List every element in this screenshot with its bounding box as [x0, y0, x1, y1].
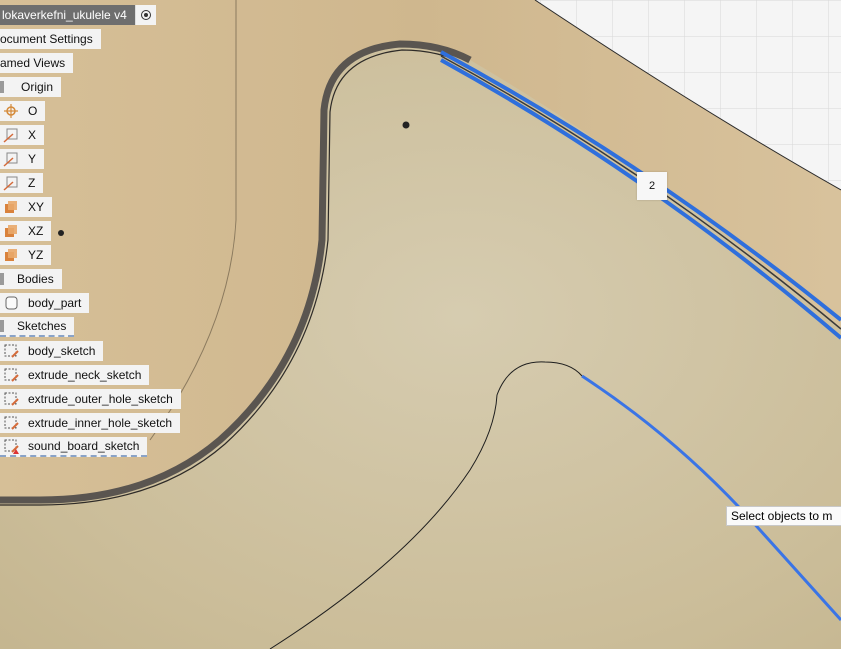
- document-title-row[interactable]: lokaverkefni_ukulele v4: [0, 5, 156, 25]
- sketch-label: extrude_neck_sketch: [28, 368, 142, 382]
- tree-folder-sketches[interactable]: Sketches: [0, 317, 75, 337]
- plane-icon: [0, 245, 22, 265]
- axis-icon: [0, 173, 22, 193]
- plane-icon: [0, 221, 22, 241]
- tree-item-axis-y[interactable]: Y: [0, 149, 45, 169]
- origin-o-label: O: [28, 104, 38, 118]
- tree-item-plane-yz[interactable]: YZ: [0, 245, 52, 265]
- tree-item-sketch-sound-board[interactable]: sound_board_sketch: [0, 436, 148, 457]
- tree-item-origin-point[interactable]: O: [0, 101, 46, 121]
- sketches-label: Sketches: [17, 319, 67, 333]
- origin-point-icon: [0, 101, 22, 121]
- selection-count-badge: 2: [637, 172, 667, 200]
- tree-item-document-settings[interactable]: ocument Settings: [0, 29, 101, 49]
- body-icon: [0, 293, 22, 313]
- origin-label: Origin: [21, 80, 54, 94]
- folder-icon: [0, 273, 4, 285]
- body-part-label: body_part: [28, 296, 82, 310]
- axis-y-label: Y: [28, 152, 37, 166]
- sketch-point[interactable]: [402, 121, 410, 129]
- axis-z-label: Z: [28, 176, 36, 190]
- tree-item-body-part[interactable]: body_part: [0, 293, 90, 313]
- tree-item-axis-z[interactable]: Z: [0, 173, 44, 193]
- sketch-icon: [0, 389, 22, 409]
- tree-item-plane-xz[interactable]: XZ: [0, 221, 52, 241]
- tree-item-plane-xy[interactable]: XY: [0, 197, 53, 217]
- folder-icon: [0, 320, 4, 332]
- tree-item-named-views[interactable]: amed Views: [0, 53, 74, 73]
- sketch-icon: [0, 365, 22, 385]
- bodies-label: Bodies: [17, 272, 54, 286]
- axis-icon: [0, 125, 22, 145]
- tree-folder-origin[interactable]: Origin: [0, 77, 62, 97]
- sketch-icon: [0, 341, 22, 361]
- tooltip: Select objects to m: [726, 506, 841, 526]
- tree-item-axis-x[interactable]: X: [0, 125, 45, 145]
- plane-yz-label: YZ: [28, 248, 44, 262]
- document-settings-label: ocument Settings: [0, 32, 93, 46]
- sketch-icon: [0, 436, 22, 456]
- sketch-icon: [0, 413, 22, 433]
- tree-item-sketch-inner-hole[interactable]: extrude_inner_hole_sketch: [0, 413, 181, 433]
- plane-xz-label: XZ: [28, 224, 44, 238]
- folder-icon: [0, 81, 4, 93]
- axis-x-label: X: [28, 128, 37, 142]
- sketch-label: sound_board_sketch: [28, 439, 140, 453]
- sketch-label: extrude_outer_hole_sketch: [28, 392, 173, 406]
- plane-icon: [0, 197, 22, 217]
- radio-target-icon[interactable]: [134, 5, 156, 25]
- tree-folder-bodies[interactable]: Bodies: [0, 269, 62, 289]
- named-views-label: amed Views: [0, 56, 66, 70]
- sketch-label: body_sketch: [28, 344, 96, 358]
- sketch-point-2[interactable]: [58, 230, 64, 236]
- plane-xy-label: XY: [28, 200, 45, 214]
- viewport-canvas[interactable]: [0, 0, 841, 649]
- axis-icon: [0, 149, 22, 169]
- tree-item-sketch-neck[interactable]: extrude_neck_sketch: [0, 365, 150, 385]
- tree-item-sketch-outer-hole[interactable]: extrude_outer_hole_sketch: [0, 389, 181, 409]
- tree-item-sketch-body[interactable]: body_sketch: [0, 341, 104, 361]
- document-title[interactable]: lokaverkefni_ukulele v4: [0, 5, 135, 25]
- sketch-label: extrude_inner_hole_sketch: [28, 416, 173, 430]
